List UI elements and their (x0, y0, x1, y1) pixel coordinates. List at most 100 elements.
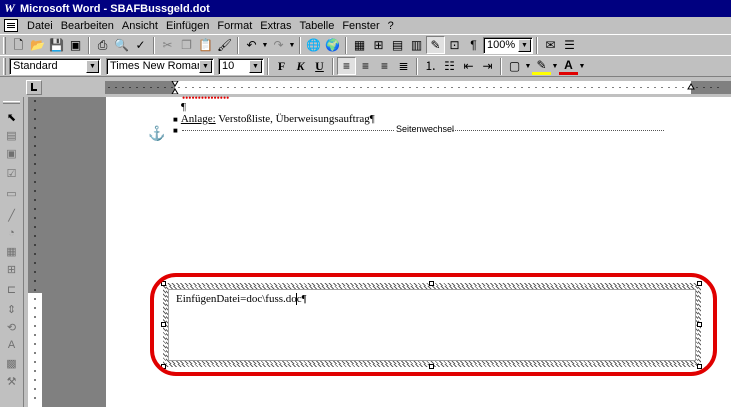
menu-tabelle[interactable]: Tabelle (295, 20, 338, 32)
line-icon[interactable]: ╱ (3, 207, 20, 223)
chevron-down-icon[interactable]: ▼ (249, 59, 262, 73)
print-preview-icon[interactable]: 🔍 (112, 36, 131, 54)
tools-icon[interactable]: ⚒ (3, 373, 20, 389)
vertical-ruler[interactable] (28, 97, 42, 407)
underline-button[interactable]: U (310, 57, 329, 75)
new-document-icon[interactable]: 🗋 (9, 36, 28, 54)
font-color-dropdown-icon[interactable]: ▼ (578, 63, 586, 70)
menu-bearbeiten[interactable]: Bearbeiten (57, 20, 118, 32)
font-color-icon[interactable]: A (559, 57, 578, 75)
rotate-icon[interactable]: ⟲ (3, 319, 20, 335)
tables-borders-icon[interactable]: ▦ (350, 36, 369, 54)
drawing-icon[interactable]: ✎ (426, 36, 445, 54)
distribute-icon[interactable]: ⇕ (3, 301, 20, 317)
redo-icon[interactable]: ↷ (269, 36, 288, 54)
zoom-combo[interactable]: 100% ▼ (483, 36, 533, 54)
red-text-fragment[interactable]: ••••••••••••••• (182, 95, 229, 101)
anlage-paragraph[interactable]: ■ Anlage: Verstoßliste, Überweisungsauftr… (173, 113, 375, 125)
document-map-icon[interactable]: ⊡ (445, 36, 464, 54)
header-footer-icon[interactable]: ☰ (560, 36, 579, 54)
undo-icon[interactable]: ↶ (242, 36, 261, 54)
left-tab-icon (31, 83, 37, 91)
style-combo[interactable]: Standard ▼ (9, 57, 101, 75)
page-break-bullet: ■ (173, 124, 181, 136)
text-tool-icon[interactable]: A (3, 337, 20, 353)
tab-selector[interactable] (26, 80, 42, 95)
shape-icon[interactable]: ◔ (3, 225, 20, 241)
vruler-ticks (34, 100, 36, 399)
table-icon[interactable]: ▦ (3, 243, 20, 259)
select-objects-icon[interactable]: ⬉ (3, 109, 20, 125)
chevron-down-icon[interactable]: ▼ (86, 59, 99, 73)
anchor-icon[interactable]: ⚓ (148, 125, 165, 142)
show-hide-icon[interactable]: ¶ (464, 36, 483, 54)
highlight-outline (150, 273, 717, 376)
chevron-down-icon[interactable]: ▼ (199, 59, 212, 73)
redo-dropdown-icon[interactable]: ▼ (288, 42, 296, 49)
menu-datei[interactable]: Datei (23, 20, 57, 32)
picture-icon[interactable]: ▩ (3, 355, 20, 371)
print-icon[interactable]: ⎙ (93, 36, 112, 54)
toolbar-grip[interactable] (3, 36, 6, 54)
formatting-toolbar: Standard ▼ Times New Roman ▼ 10 ▼ F K U … (0, 55, 731, 77)
decrease-indent-icon[interactable]: ⇤ (459, 57, 478, 75)
cut-icon[interactable]: ✂ (158, 36, 177, 54)
office-assistant-icon[interactable]: ✉ (541, 36, 560, 54)
open-folder-icon[interactable]: 📂 (28, 36, 47, 54)
zoom-value: 100% (487, 39, 516, 51)
align-left-icon[interactable]: ≡ (337, 57, 356, 75)
insert-excel-icon[interactable]: ▤ (388, 36, 407, 54)
numbering-icon[interactable]: ⒈ (421, 57, 440, 75)
page-break-label: Seitenwechsel (396, 124, 455, 134)
page-break-line-left (182, 130, 394, 131)
format-painter-icon[interactable]: 🖌 (215, 36, 234, 54)
menu-help[interactable]: ? (384, 20, 398, 32)
document-icon[interactable] (4, 19, 18, 32)
align-center-icon[interactable]: ≡ (356, 57, 375, 75)
highlight-dropdown-icon[interactable]: ▼ (551, 63, 559, 70)
font-combo[interactable]: Times New Roman ▼ (106, 57, 214, 75)
edit-form-icon[interactable]: ▣ (3, 145, 20, 161)
highlight-icon[interactable]: ✎ (532, 57, 551, 75)
form-icon[interactable]: ▤ (3, 127, 20, 143)
paste-icon[interactable]: 📋 (196, 36, 215, 54)
insert-table-icon[interactable]: ⊞ (369, 36, 388, 54)
borders-dropdown-icon[interactable]: ▼ (524, 63, 532, 70)
undo-dropdown-icon[interactable]: ▼ (261, 42, 269, 49)
menu-extras[interactable]: Extras (256, 20, 295, 32)
spelling-icon[interactable]: ✓ (131, 36, 150, 54)
columns-icon[interactable]: ▥ (407, 36, 426, 54)
menu-fenster[interactable]: Fenster (338, 20, 383, 32)
anlage-label: Anlage: (180, 113, 216, 125)
toolbar-grip[interactable] (3, 57, 6, 75)
paragraph-bullet-icon: ■ (173, 126, 178, 135)
empty-paragraph[interactable]: ¶ (181, 101, 186, 113)
frame-icon[interactable]: ⊞ (3, 261, 20, 277)
justify-icon[interactable]: ≣ (394, 57, 413, 75)
font-size-combo[interactable]: 10 ▼ (218, 57, 264, 75)
italic-button[interactable]: K (291, 57, 310, 75)
menu-ansicht[interactable]: Ansicht (118, 20, 162, 32)
increase-indent-icon[interactable]: ⇥ (478, 57, 497, 75)
menu-einfuegen[interactable]: Einfügen (162, 20, 213, 32)
web-toolbar-icon[interactable]: 🌍 (323, 36, 342, 54)
style-value: Standard (13, 60, 58, 72)
borders-icon[interactable]: ▢ (505, 57, 524, 75)
font-size-value: 10 (222, 60, 235, 72)
bold-button[interactable]: F (272, 57, 291, 75)
bullets-icon[interactable]: ☷ (440, 57, 459, 75)
hyperlink-icon[interactable]: 🌐 (304, 36, 323, 54)
chevron-down-icon[interactable]: ▼ (518, 38, 531, 52)
textfield-icon[interactable]: ▭ (3, 185, 20, 201)
checkbox-icon[interactable]: ☑ (3, 165, 20, 181)
menu-format[interactable]: Format (213, 20, 256, 32)
save-icon[interactable]: 💾 (47, 36, 66, 54)
save-all-icon[interactable]: ▣ (66, 36, 85, 54)
align-icon[interactable]: ⊏ (3, 281, 20, 297)
align-right-icon[interactable]: ≡ (375, 57, 394, 75)
page-break-line-right (452, 130, 664, 131)
copy-icon[interactable]: ❐ (177, 36, 196, 54)
menu-bar: Datei Bearbeiten Ansicht Einfügen Format… (0, 17, 731, 34)
toolbar-grip[interactable] (3, 101, 20, 104)
horizontal-ruler[interactable] (105, 81, 731, 94)
